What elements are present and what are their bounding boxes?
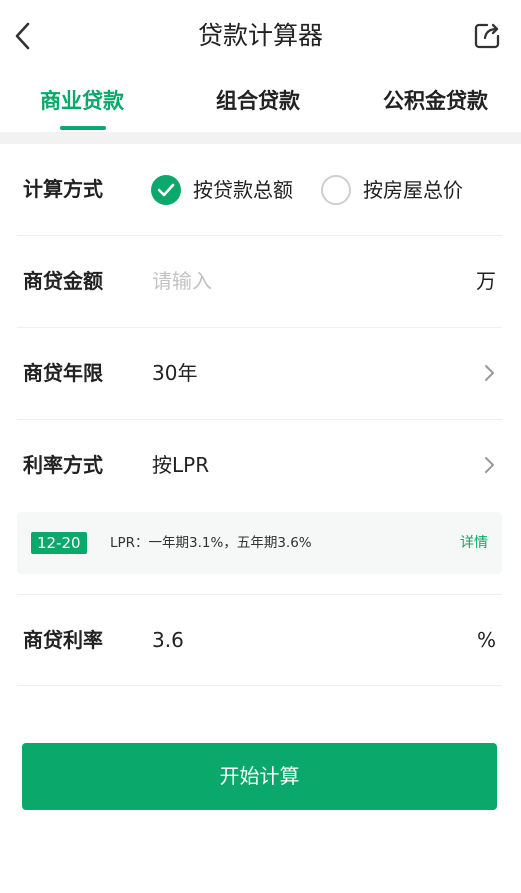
- calculate-button[interactable]: 开始计算: [22, 743, 497, 810]
- lpr-detail-link[interactable]: 详情: [460, 532, 488, 554]
- calc-method-row: 计算方式 按贷款总额 按房屋总价: [17, 144, 502, 236]
- lpr-info-box: 12-20 LPR：一年期3.1%，五年期3.6% 详情: [17, 512, 502, 574]
- radio-by-house-price-label: 按房屋总价: [363, 178, 463, 202]
- tab-provident-fund-loan[interactable]: 公积金贷款: [383, 86, 488, 116]
- loan-rate-row[interactable]: 商贷利率 3.6 %: [17, 594, 502, 686]
- rate-method-value: 按LPR: [152, 453, 210, 477]
- chevron-right-icon: [485, 365, 494, 381]
- radio-by-loan-total-label: 按贷款总额: [193, 178, 293, 202]
- top-bar: 贷款计算器: [0, 0, 521, 76]
- loan-amount-unit: 万: [476, 269, 496, 293]
- rate-method-label: 利率方式: [23, 453, 103, 477]
- loan-term-row[interactable]: 商贷年限 30年: [17, 328, 502, 420]
- loan-rate-label: 商贷利率: [23, 628, 103, 652]
- radio-checked-icon: [151, 175, 181, 205]
- share-button[interactable]: [473, 22, 501, 50]
- loan-type-tabs: 商业贷款 组合贷款 公积金贷款: [0, 76, 521, 132]
- loan-rate-unit: %: [476, 628, 496, 652]
- loan-form: 计算方式 按贷款总额 按房屋总价 商贷金额 请输入 万 商贷年限 30年 利率方…: [0, 144, 521, 893]
- chevron-right-icon: [485, 457, 494, 473]
- loan-rate-value[interactable]: 3.6: [152, 625, 184, 655]
- calc-method-label: 计算方式: [23, 177, 103, 201]
- lpr-rate-text: LPR：一年期3.1%，五年期3.6%: [110, 535, 312, 551]
- loan-amount-input[interactable]: 请输入: [152, 266, 212, 296]
- loan-amount-row[interactable]: 商贷金额 请输入 万: [17, 236, 502, 328]
- active-tab-indicator: [60, 126, 106, 130]
- radio-unchecked-icon: [321, 175, 351, 205]
- loan-term-value: 30年: [152, 361, 198, 385]
- share-icon: [474, 23, 500, 49]
- radio-by-house-price[interactable]: 按房屋总价: [321, 175, 463, 205]
- radio-by-loan-total[interactable]: 按贷款总额: [151, 175, 293, 205]
- loan-term-label: 商贷年限: [23, 361, 103, 385]
- loan-amount-label: 商贷金额: [23, 269, 103, 293]
- tab-commercial-loan[interactable]: 商业贷款: [40, 86, 124, 116]
- page-title: 贷款计算器: [197, 21, 323, 50]
- rate-method-row[interactable]: 利率方式 按LPR: [17, 420, 502, 512]
- section-divider: [0, 132, 521, 144]
- lpr-date-badge: 12-20: [31, 532, 87, 554]
- tab-combined-loan[interactable]: 组合贷款: [216, 86, 300, 116]
